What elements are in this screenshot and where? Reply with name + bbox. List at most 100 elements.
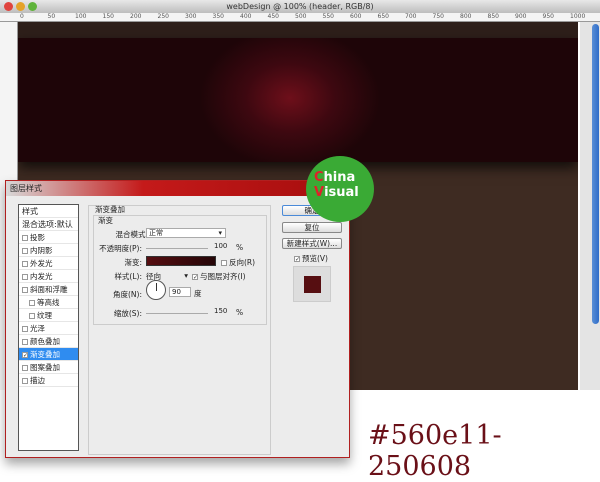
gradient-group: 渐变 混合模式: 正常 ▾ 不透明度(P): 100 % 渐变: 反向(R) 样式… [93,215,267,325]
style-item[interactable]: 混合选项:默认 [19,218,78,231]
angle-input[interactable]: 90 [169,287,191,297]
ruler-tick-label: 550 [322,13,334,20]
ruler-tick-label: 200 [130,13,142,20]
style-item-label: 内阴影 [30,246,53,255]
blend-mode-select[interactable]: 正常 ▾ [146,228,226,238]
preview-label: 预览(V) [302,254,328,263]
ruler-tick-label: 900 [515,13,527,20]
opacity-label: 不透明度(P): [99,244,142,253]
zoom-button[interactable] [28,2,37,11]
opacity-slider[interactable] [146,248,208,249]
blend-mode-label: 混合模式: [115,230,148,239]
ruler-tick-label: 350 [212,13,224,20]
checkbox[interactable] [22,339,28,345]
dialog-title: 图层样式 [6,181,349,196]
checkbox[interactable] [22,248,28,254]
header-gradient-band [18,38,578,162]
style-item[interactable]: 光泽 [19,322,78,335]
preview-checkbox[interactable]: ✓ 预览(V) [294,253,328,264]
angle-label: 角度(N): [113,290,142,299]
style-item-label: 图案叠加 [30,363,60,372]
style-item[interactable]: 描边 [19,374,78,387]
style-item-label: 内发光 [30,272,53,281]
scale-label: 缩放(S): [113,309,142,318]
ruler-tick-label: 250 [157,13,169,20]
style-item-label: 渐变叠加 [30,350,60,359]
checkbox[interactable] [22,378,28,384]
preview-color [304,276,321,293]
reverse-checkbox[interactable]: 反向(R) [221,257,255,268]
opacity-input[interactable]: 100 [212,242,234,252]
gradient-picker[interactable] [146,256,216,266]
style-item[interactable]: 内发光 [19,270,78,283]
ruler-tick-label: 600 [350,13,362,20]
ruler-horizontal: 0 50 100 150 200 250 300 350 400 450 500 550 600 650 7… [0,13,600,22]
checkbox[interactable]: ✓ [22,352,28,359]
reset-button[interactable]: 复位 [282,222,342,233]
ruler-tick-label: 400 [240,13,252,20]
style-item[interactable]: 斜面和浮雕 [19,283,78,296]
style-item[interactable]: ✓ 渐变叠加 [19,348,78,361]
align-with-layer-checkbox[interactable]: ✓ 与图层对齐(I) [192,271,246,282]
minimize-button[interactable] [16,2,25,11]
styles-list[interactable]: 样式 混合选项:默认 投影 内阴影 外发光 内发光 斜面和浮雕 等高线 纹理 光泽 颜色叠加 ✓ 渐变叠… [18,204,79,451]
ruler-tick-label: 650 [377,13,389,20]
scale-slider[interactable] [146,313,208,314]
checkbox[interactable] [22,287,28,293]
style-item-label: 纹理 [37,311,52,320]
style-item-label: 样式 [22,207,38,216]
style-item[interactable]: 投影 [19,231,78,244]
china-visual-logo: China Visual [306,156,374,222]
style-item[interactable]: 纹理 [19,309,78,322]
checkbox[interactable] [22,261,28,267]
header-top-band [18,22,578,38]
ruler-tick-label: 50 [47,13,56,20]
reverse-label: 反向(R) [229,258,256,267]
scrollbar-thumb[interactable] [592,24,599,324]
align-label: 与图层对齐(I) [200,272,246,281]
ruler-tick-label: 1000 [570,13,586,20]
opacity-unit: % [236,243,244,252]
ruler-tick-label: 950 [542,13,554,20]
gradient-overlay-panel: 渐变叠加 渐变 混合模式: 正常 ▾ 不透明度(P): 100 % 渐变: 反向(… [88,205,271,455]
checkbox[interactable] [22,235,28,241]
style-item[interactable]: 等高线 [19,296,78,309]
checkbox[interactable] [22,365,28,371]
angle-dial[interactable] [146,280,166,300]
style-item[interactable]: 外发光 [19,257,78,270]
style-item-label: 等高线 [37,298,60,307]
gradient-label: 渐变: [124,258,142,267]
style-item-label: 描边 [30,376,45,385]
scale-unit: % [236,308,244,317]
style-item-label: 混合选项:默认 [22,220,73,229]
ruler-tick-label: 0 [20,13,24,20]
style-item-label: 斜面和浮雕 [30,285,68,294]
checkbox[interactable] [22,274,28,280]
ruler-tick-label: 800 [460,13,472,20]
style-item[interactable]: 内阴影 [19,244,78,257]
ruler-tick-label: 850 [487,13,499,20]
checkbox[interactable] [22,326,28,332]
window-titlebar: webDesign @ 100% (header, RGB/8) [0,0,600,13]
ruler-tick-label: 100 [75,13,87,20]
style-item[interactable]: 样式 [19,205,78,218]
checkbox[interactable] [29,300,35,306]
new-style-button[interactable]: 新建样式(W)... [282,238,342,249]
ruler-tick-label: 750 [432,13,444,20]
close-button[interactable] [4,2,13,11]
scale-input[interactable]: 150 [212,307,234,317]
style-item[interactable]: 图案叠加 [19,361,78,374]
ruler-tick-label: 450 [267,13,279,20]
group-title: 渐变 [98,216,113,225]
blend-mode-value: 正常 [149,229,163,237]
preview-swatch [293,266,331,302]
style-item[interactable]: 颜色叠加 [19,335,78,348]
style-label: 样式(L): [114,272,142,281]
style-item-label: 颜色叠加 [30,337,60,346]
checkbox[interactable] [29,313,35,319]
layer-style-dialog: 图层样式 样式混合选项:默认投影内阴影外发光内发光斜面和浮雕等高线纹理光泽颜色叠… [5,180,350,458]
style-item-label: 光泽 [30,324,45,333]
chevron-down-icon: ▾ [184,271,188,280]
section-title: 渐变叠加 [95,205,125,214]
ruler-tick-label: 700 [405,13,417,20]
